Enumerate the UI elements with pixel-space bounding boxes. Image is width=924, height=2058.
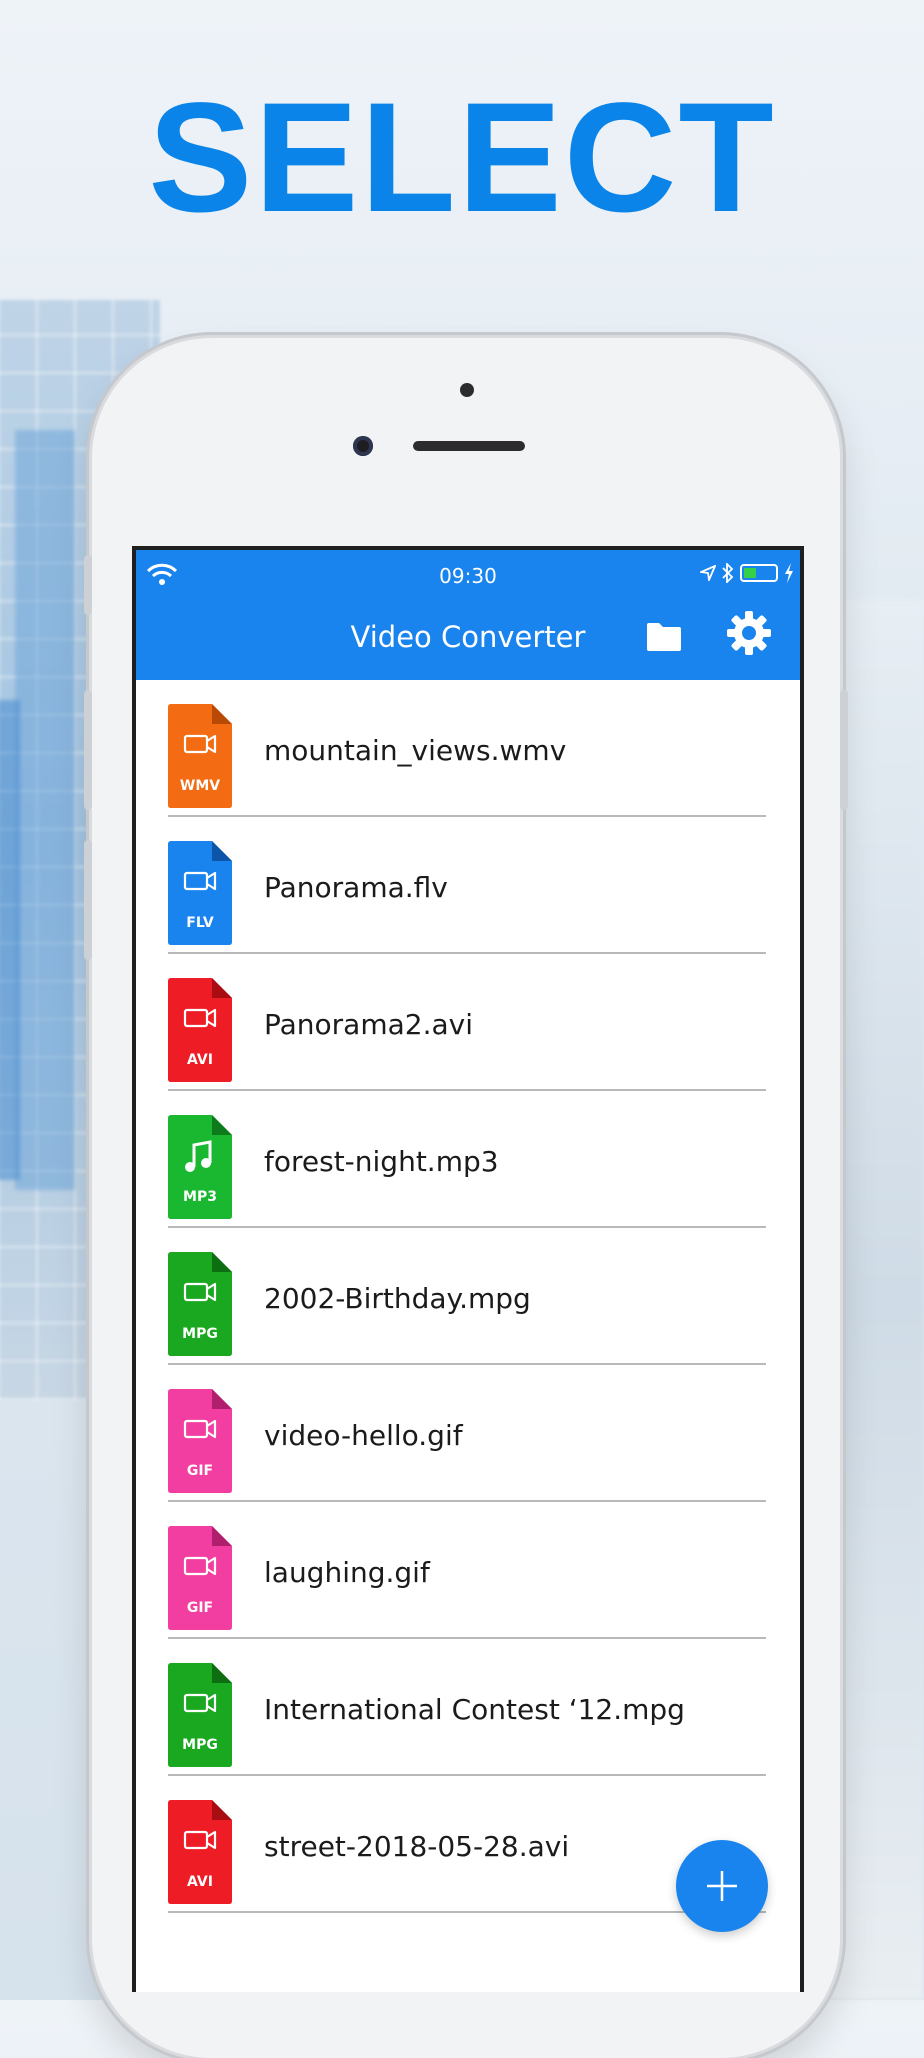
bluetooth-icon [722,563,734,583]
file-type-icon: FLV [168,841,232,945]
background-bar [0,700,20,1180]
background-bar [15,430,75,1190]
headline: SELECT [148,71,776,245]
power-button [840,690,848,810]
file-ext-label: MPG [182,1737,218,1753]
file-ext-label: MP3 [183,1189,217,1205]
file-row[interactable]: AVI Panorama2.avi [168,954,766,1091]
battery-level [744,568,756,578]
app-screen: 09:30 Video Converter WMV mountain_views… [132,546,804,1992]
file-type-icon: GIF [168,1526,232,1630]
earpiece-speaker [413,441,525,451]
file-ext-label: MPG [182,1326,218,1342]
proximity-sensor [460,383,474,397]
file-row[interactable]: GIF video-hello.gif [168,1365,766,1502]
volume-up-button [84,690,92,810]
file-ext-label: AVI [187,1874,213,1890]
volume-down-button [84,840,92,960]
folder-icon[interactable] [644,618,684,654]
file-name: International Contest ‘12.mpg [264,1693,685,1726]
file-ext-label: GIF [187,1463,213,1479]
file-ext-label: AVI [187,1052,213,1068]
battery-icon [740,564,778,582]
file-ext-label: WMV [180,778,220,794]
file-name: mountain_views.wmv [264,734,567,767]
file-type-icon: GIF [168,1389,232,1493]
location-icon [700,565,716,581]
file-ext-label: FLV [186,915,214,931]
file-name: 2002-Birthday.mpg [264,1282,531,1315]
file-name: video-hello.gif [264,1419,463,1452]
status-icons [700,560,794,586]
file-ext-label: GIF [187,1600,213,1616]
file-type-icon: MPG [168,1663,232,1767]
file-type-icon: MPG [168,1252,232,1356]
charging-icon [785,563,793,583]
file-row[interactable]: WMV mountain_views.wmv [168,680,766,817]
file-name: Panorama.flv [264,871,448,904]
file-row[interactable]: FLV Panorama.flv [168,817,766,954]
file-name: Panorama2.avi [264,1008,473,1041]
app-title: Video Converter [350,620,586,654]
add-file-button[interactable] [676,1840,768,1932]
file-name: street-2018-05-28.avi [264,1830,570,1863]
front-camera [353,436,373,456]
file-type-icon: MP3 [168,1115,232,1219]
file-name: laughing.gif [264,1556,430,1589]
file-row[interactable]: MPG 2002-Birthday.mpg [168,1228,766,1365]
file-type-icon: AVI [168,1800,232,1904]
file-list: WMV mountain_views.wmv FLV Panorama.flv AVI P… [136,680,800,1913]
file-type-icon: WMV [168,704,232,808]
file-row[interactable]: MP3 forest-night.mp3 [168,1091,766,1228]
file-type-icon: AVI [168,978,232,1082]
app-bar: 09:30 Video Converter [136,550,800,680]
settings-gear-icon[interactable] [726,610,772,656]
file-name: forest-night.mp3 [264,1145,499,1178]
file-row[interactable]: GIF laughing.gif [168,1502,766,1639]
mute-switch [84,555,92,615]
file-row[interactable]: MPG International Contest ‘12.mpg [168,1639,766,1776]
